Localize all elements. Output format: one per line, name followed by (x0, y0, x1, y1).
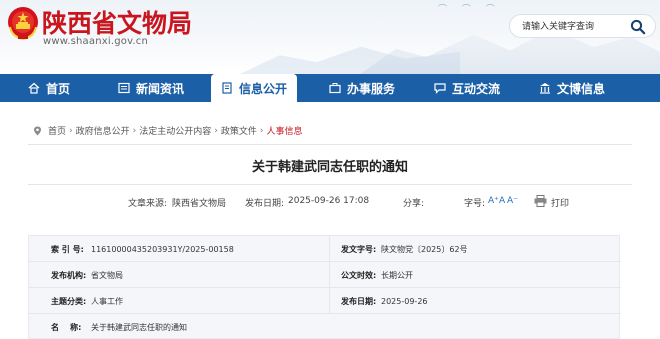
date-value: 2025-09-26 17:08 (288, 196, 370, 206)
nav-label: 办事服务 (347, 81, 396, 96)
breadcrumb-separator: › (214, 125, 218, 136)
article-title: 关于韩建武同志任职的通知 (251, 160, 408, 175)
table-row: 发布机构: 省文物局 公文时效: 长期公开 (29, 262, 621, 288)
news-icon (118, 82, 130, 94)
search-icon[interactable] (630, 19, 646, 35)
breadcrumb-separator: › (259, 125, 264, 136)
breadcrumb-link-policy[interactable]: 政策文件 (221, 124, 257, 137)
breadcrumb-separator: › (69, 125, 73, 136)
table-row: 索 引 号: 11610000435203931Y/2025-00158 发文字… (29, 236, 621, 262)
nav-item-home[interactable]: 首页 (28, 74, 70, 102)
nav-label: 首页 (46, 81, 71, 96)
print-button[interactable]: 打印 (551, 196, 569, 209)
search-box (509, 14, 656, 38)
national-emblem-icon (8, 7, 38, 41)
breadcrumb-link-home[interactable]: 首页 (48, 124, 66, 137)
nav-item-news[interactable]: 新闻资讯 (118, 74, 184, 102)
breadcrumb-link-statutory[interactable]: 法定主动公开内容 (139, 124, 211, 137)
source-value: 陕西省文物局 (172, 199, 227, 209)
font-size-large-button[interactable]: A⁺ (488, 196, 499, 206)
divider (28, 184, 632, 185)
nav-label: 互动交流 (452, 81, 501, 96)
nav-item-interaction[interactable]: 互动交流 (434, 74, 500, 102)
name-value: 关于韩建武同志任职的通知 (91, 322, 187, 332)
birds-decoration: ⌒ ⌒ ⌒ (438, 5, 501, 15)
nav-label: 新闻资讯 (136, 81, 185, 96)
font-size-small-button[interactable]: A⁻ (507, 196, 518, 206)
home-icon (28, 82, 40, 94)
nav-label: 信息公开 (238, 81, 287, 96)
briefcase-icon (329, 83, 341, 94)
nav-item-museum-info[interactable]: 文博信息 (539, 74, 605, 102)
breadcrumb-link-gov-info[interactable]: 政府信息公开 (76, 124, 130, 137)
index-value: 11610000435203931Y/2025-00158 (91, 244, 234, 254)
docno-value: 陕文物党〔2025〕62号 (381, 244, 468, 254)
museum-icon (540, 83, 550, 94)
topic-label: 主题分类: (51, 296, 87, 306)
chat-icon (434, 83, 446, 94)
nav-item-info-public[interactable]: 信息公开 (211, 74, 297, 102)
breadcrumb-separator: › (132, 125, 137, 136)
index-label: 索 引 号: (51, 244, 84, 254)
pubdate-value: 2025-09-26 (381, 296, 428, 306)
header-banner: ⌒ ⌒ ⌒ 陕西省文物局 www.shaanxi.gov.cn (0, 0, 660, 74)
location-pin-icon (34, 126, 41, 135)
nav-label: 文博信息 (557, 81, 606, 96)
breadcrumb-current[interactable]: 人事信息 (267, 124, 303, 137)
topic-value: 人事工作 (91, 296, 123, 306)
article-meta: 文章来源: 陕西省文物局 发布日期: 2025-09-26 17:08 分享: … (0, 194, 660, 210)
site-url: www.shaanxi.gov.cn (43, 36, 149, 47)
site-title[interactable]: 陕西省文物局 (42, 4, 192, 40)
document-info-table: 索 引 号: 11610000435203931Y/2025-00158 发文字… (28, 235, 621, 339)
period-value: 长期公开 (381, 270, 413, 280)
date-label: 发布日期: (245, 199, 285, 209)
table-row: 主题分类: 人事工作 发布日期: 2025-09-26 (29, 288, 621, 314)
source-label: 文章来源: (128, 199, 168, 209)
breadcrumb: 首页 › 政府信息公开 › 法定主动公开内容 › 政策文件 › 人事信息 (33, 124, 303, 137)
name-label: 名 称: (51, 322, 82, 332)
document-icon (222, 82, 232, 94)
org-label: 发布机构: (51, 270, 87, 280)
divider (28, 144, 632, 145)
table-row: 名 称: 关于韩建武同志任职的通知 (29, 314, 621, 339)
pubdate-label: 发布日期: (341, 296, 377, 306)
font-size-medium-button[interactable]: A (499, 196, 505, 206)
font-size-label: 字号: (464, 199, 486, 209)
period-label: 公文时效: (341, 270, 377, 280)
share-label: 分享: (403, 199, 425, 209)
search-input[interactable] (522, 19, 630, 35)
org-value: 省文物局 (91, 270, 123, 280)
printer-icon[interactable] (534, 195, 547, 207)
nav-item-services[interactable]: 办事服务 (329, 74, 395, 102)
docno-label: 发文字号: (341, 244, 377, 254)
main-nav: 首页 新闻资讯 信息公开 办事服务 互动交流 文博信息 (0, 74, 660, 102)
